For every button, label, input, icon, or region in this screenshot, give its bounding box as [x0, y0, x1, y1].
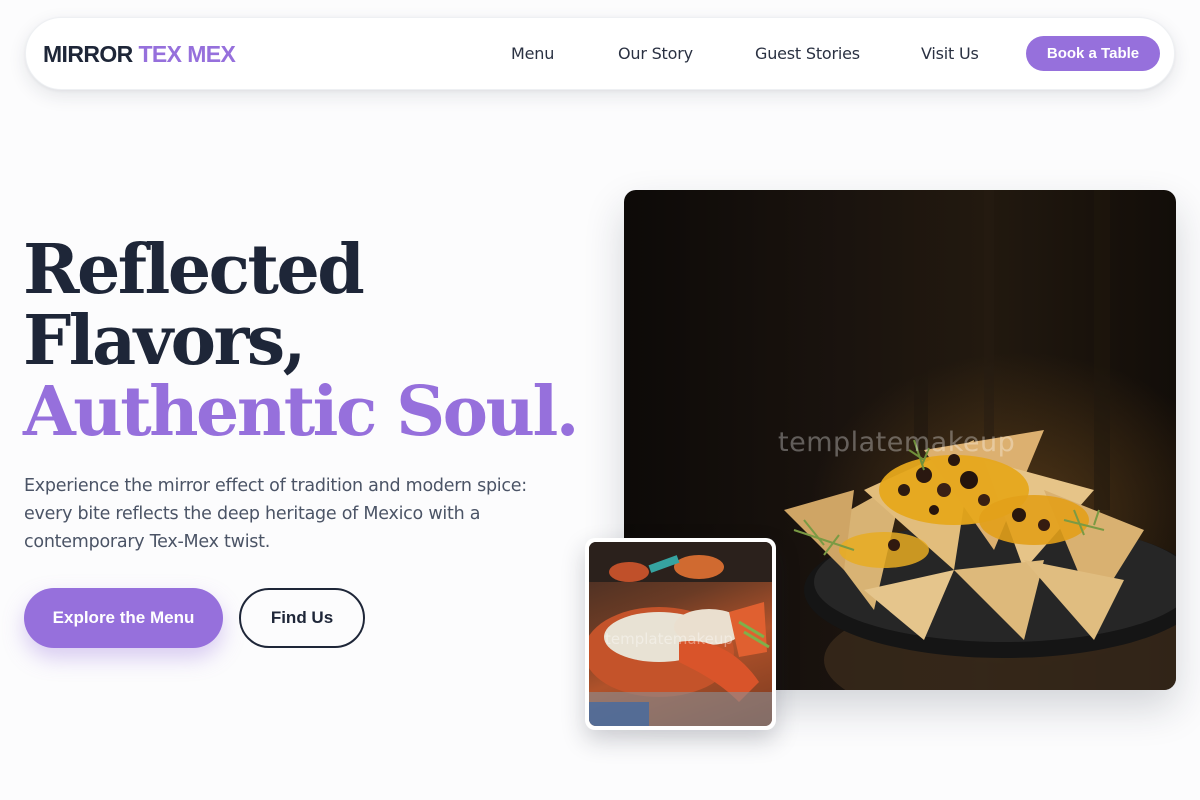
brand-logo[interactable]: MIRROR TEX MEX [43, 41, 236, 67]
find-us-button[interactable]: Find Us [239, 588, 365, 648]
headline-line-2: Flavors, [23, 301, 306, 381]
nav-link-guest-stories[interactable]: Guest Stories [755, 44, 860, 64]
headline-line-1: Reflected [23, 230, 365, 310]
secondary-food-thumbnail: templatemakeup [585, 538, 776, 730]
brand-name-part1: MIRROR [43, 41, 133, 67]
nav-link-our-story[interactable]: Our Story [618, 44, 693, 64]
hero-lead-paragraph: Experience the mirror effect of traditio… [24, 476, 527, 552]
hero-headline: Reflected Flavors, Authentic Soul. [23, 230, 579, 452]
thumbnail-photo: templatemakeup [589, 542, 772, 726]
brand-name-part2: TEX MEX [138, 41, 236, 67]
headline-line-3: Authentic Soul. [23, 372, 579, 452]
explore-menu-button[interactable]: Explore the Menu [24, 588, 223, 648]
nav-link-visit-us[interactable]: Visit Us [921, 44, 979, 64]
book-table-button[interactable]: Book a Table [1026, 36, 1160, 71]
top-navbar: MIRROR TEX MEX Menu Our Story Guest Stor… [25, 17, 1175, 90]
dish-illustration [589, 542, 772, 726]
nav-link-menu[interactable]: Menu [511, 44, 554, 64]
